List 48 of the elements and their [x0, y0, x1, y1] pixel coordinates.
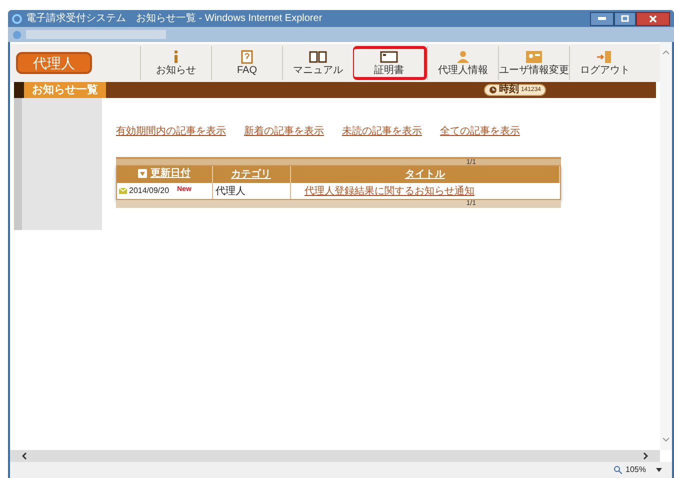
- id-card-icon: [525, 50, 543, 64]
- close-icon: [649, 14, 657, 22]
- nav-button[interactable]: FAQ: [211, 46, 282, 80]
- minimize-button[interactable]: [590, 12, 614, 26]
- header-bar-accent: [14, 82, 24, 98]
- column-header-link[interactable]: 更新日付: [138, 166, 190, 181]
- vertical-scrollbar[interactable]: [660, 42, 672, 450]
- logout-icon: [596, 50, 614, 64]
- clock-icon: [488, 86, 497, 94]
- nav-button[interactable]: マニュアル: [282, 46, 353, 80]
- scroll-left-icon: [22, 452, 27, 460]
- filter-link[interactable]: 有効期間内の記事を表示: [116, 124, 226, 139]
- maximize-button[interactable]: [614, 12, 636, 26]
- column-header-link[interactable]: カテゴリ: [231, 167, 271, 182]
- nav-button[interactable]: お知らせ: [140, 46, 211, 80]
- person-icon: [455, 50, 471, 64]
- clock-label: 時刻: [498, 85, 519, 95]
- filter-link[interactable]: 全ての記事を表示: [440, 124, 520, 139]
- column-header-link[interactable]: タイトル: [404, 167, 445, 182]
- zoom-level[interactable]: 105%: [626, 464, 646, 476]
- nav-button[interactable]: ユーザ情報変更: [498, 46, 569, 80]
- browser-icon: [12, 14, 22, 24]
- horizontal-scrollbar[interactable]: [10, 450, 660, 462]
- minimize-icon: [598, 17, 606, 20]
- nav-button[interactable]: 代理人情報: [427, 46, 498, 80]
- document-icon: [240, 50, 254, 64]
- logo-badge[interactable]: 代理人: [16, 52, 92, 74]
- page-title: お知らせ一覧: [24, 82, 106, 98]
- nav-button[interactable]: ログアウト: [569, 46, 640, 80]
- dropdown-icon[interactable]: [656, 468, 662, 472]
- scroll-right-icon: [643, 452, 648, 460]
- filter-link[interactable]: 新着の記事を表示: [244, 124, 324, 139]
- card-icon: [380, 50, 398, 64]
- sort-icon: [138, 169, 148, 178]
- notice-title-link[interactable]: 代理人登録結果に関するお知らせ通知: [304, 186, 474, 196]
- date-text: 2014/09/20: [129, 184, 170, 196]
- nav-button[interactable]: 証明書: [353, 46, 427, 80]
- filter-link[interactable]: 未読の記事を表示: [342, 124, 422, 139]
- close-button[interactable]: [636, 12, 670, 26]
- maximize-icon: [621, 15, 629, 22]
- window-title: 電子請求受付システム お知らせ一覧 - Windows Internet Explorer: [26, 12, 322, 26]
- address-field[interactable]: [26, 30, 166, 39]
- zoom-icon: [614, 466, 622, 474]
- page-icon: [12, 30, 22, 40]
- scroll-down-icon: [662, 437, 670, 442]
- book-icon: [309, 50, 327, 64]
- category-text: 代理人: [216, 186, 246, 196]
- scroll-up-icon: [662, 50, 670, 55]
